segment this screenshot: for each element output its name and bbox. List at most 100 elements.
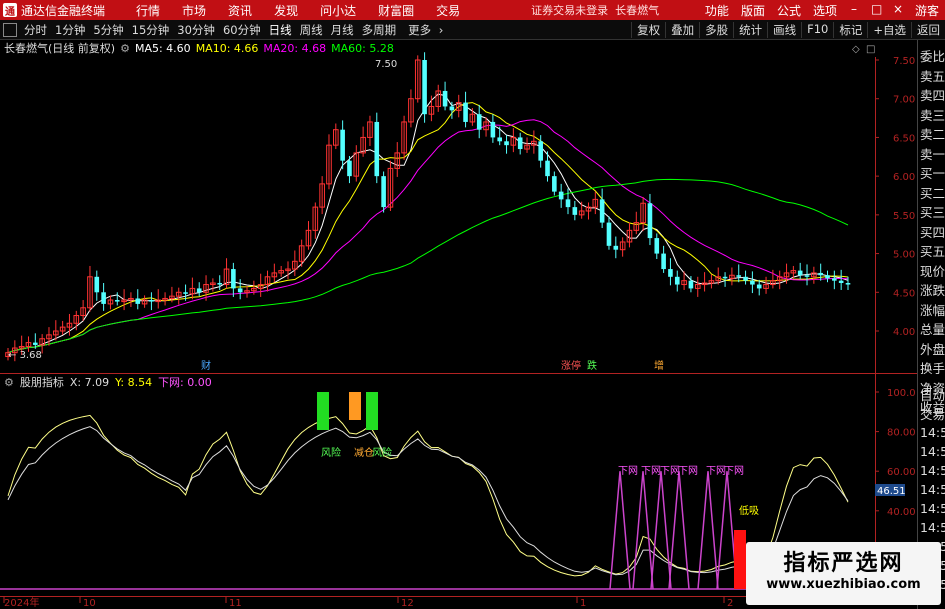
ma5-line <box>7 93 849 354</box>
candle-body <box>237 288 243 293</box>
xiawang-spike <box>668 471 690 590</box>
ma10-line <box>7 102 849 354</box>
candle-body <box>497 137 503 142</box>
event-tag-cai[interactable]: 财 <box>201 359 211 372</box>
candle-body <box>804 275 810 277</box>
reduce-bar <box>349 392 361 420</box>
candle-body <box>647 203 653 239</box>
price-tick-label: 7.50 <box>893 56 915 67</box>
ma60-line <box>7 178 849 354</box>
candle-body <box>442 90 448 107</box>
candle-body <box>558 191 564 200</box>
risk-bar <box>317 392 329 430</box>
signal-label-xiawang-3: 下网 <box>660 465 680 477</box>
trade-time-item: 14:56 <box>920 520 945 535</box>
signal-label-xiawang-2: 下网 <box>641 465 661 477</box>
side-panel-item: 卖一 <box>920 146 945 162</box>
event-tag-zhangting[interactable]: 涨停 <box>561 359 581 372</box>
candle-body <box>545 160 550 177</box>
current-value-text: 46.51 <box>877 486 906 497</box>
side-panel-item: 卖三 <box>920 107 945 123</box>
candle-body <box>688 280 694 289</box>
candle-body <box>661 253 666 270</box>
risk-bar <box>366 392 378 430</box>
candle-body <box>613 245 619 250</box>
candle-body <box>538 141 543 161</box>
candle-body <box>825 275 830 279</box>
candle-body <box>572 207 578 215</box>
trade-time-item: 14:56 <box>920 463 945 478</box>
candle-body <box>504 141 509 146</box>
date-tick-label: 2 <box>727 598 733 609</box>
indicator-line-2 <box>7 426 849 576</box>
xiawang-spike <box>632 471 654 590</box>
indicator-tick-label: 80.00 <box>887 428 916 439</box>
candle-body <box>674 276 680 285</box>
side-panel-item: 卖五 <box>920 68 945 84</box>
side-panel-item: 外盘 <box>920 341 945 357</box>
candle-body <box>517 137 523 150</box>
kline-chart[interactable]: 7.50 7.00 6.50 6.00 5.50 5.00 4.50 4.00 100.0 80.… <box>0 0 945 609</box>
candle-body <box>490 121 496 138</box>
date-tick-label: 10 <box>83 598 96 609</box>
price-tick-label: 4.50 <box>893 288 915 299</box>
candle-body <box>422 60 427 115</box>
xiawang-spike <box>650 471 672 590</box>
price-tick-label: 6.00 <box>893 172 915 183</box>
watermark-title: 指标严选网 <box>783 551 904 576</box>
high-price-label: 7.50 <box>375 59 397 70</box>
side-panel-item: 委比 <box>920 49 945 65</box>
event-tag-zeng[interactable]: 增 <box>654 359 664 372</box>
candle-body <box>750 280 755 285</box>
candle-body <box>818 272 823 276</box>
side-panel-item: 买一 <box>920 166 945 182</box>
candle-body <box>196 288 202 293</box>
signal-label-xiawang-5: 下网 <box>706 465 726 477</box>
date-tick-label: 12 <box>401 598 414 609</box>
price-tick-label: 4.00 <box>893 327 915 338</box>
candle-body <box>449 106 455 111</box>
price-tick-label: 5.50 <box>893 211 915 222</box>
close-panel-icon[interactable]: □ <box>866 44 875 55</box>
candle-body <box>599 199 605 223</box>
candle-body <box>736 275 742 277</box>
side-panel-item: 涨幅 <box>920 302 945 318</box>
candle-body <box>845 282 851 285</box>
side-panel-item: 买四 <box>920 224 945 240</box>
side-panel-item: 换手 <box>920 361 945 377</box>
signal-label-xiawang-6: 下网 <box>724 465 744 477</box>
candle-body <box>114 300 120 302</box>
signal-label-jiancang: 减仓 <box>354 446 374 459</box>
signal-label-fengxian-2: 风险 <box>372 446 392 459</box>
side-panel-item: 总量 <box>920 322 945 338</box>
side-panel-item: 买二 <box>920 185 945 201</box>
auto-trade-label: 自动 <box>920 388 945 403</box>
indicator-tick-label: 40.00 <box>887 507 916 518</box>
collapse-icon[interactable]: ◇ <box>852 44 860 55</box>
price-tick-label: 6.50 <box>893 133 915 144</box>
indicator-line-1 <box>7 414 849 577</box>
dixi-bar <box>734 530 746 589</box>
side-panel-item: 涨跌 <box>920 283 945 299</box>
candle-body <box>101 292 106 304</box>
candle-body <box>217 282 223 285</box>
event-tag-die[interactable]: 跌 <box>587 359 597 372</box>
side-panel-item: 买三 <box>920 205 945 221</box>
watermark-overlay: 指标严选网 www.xuezhibiao.com <box>746 542 941 605</box>
candle-body <box>654 238 660 254</box>
quote-side-panel: 委比 卖五 卖四 卖三 卖二 卖一 买一 买二 买三 买四 买五 现价 涨跌 涨幅 总量 外盘 换手 净资 收益 自… <box>917 40 945 609</box>
candle-body <box>668 269 673 277</box>
candle-body <box>231 269 236 289</box>
trade-time-item: 14:56 <box>920 482 945 497</box>
side-panel-item: 卖二 <box>920 127 945 143</box>
price-tick-label: 5.00 <box>893 250 915 261</box>
candle-body <box>381 176 386 208</box>
candle-body <box>340 129 345 161</box>
trade-time-item: 14:56 <box>920 501 945 516</box>
candle-body <box>743 276 748 281</box>
price-tick-label: 7.00 <box>893 95 915 106</box>
candle-body <box>149 300 154 302</box>
candle-body <box>33 342 38 345</box>
candle-body <box>838 280 844 283</box>
auto-trade-label: 交易 <box>920 407 945 422</box>
